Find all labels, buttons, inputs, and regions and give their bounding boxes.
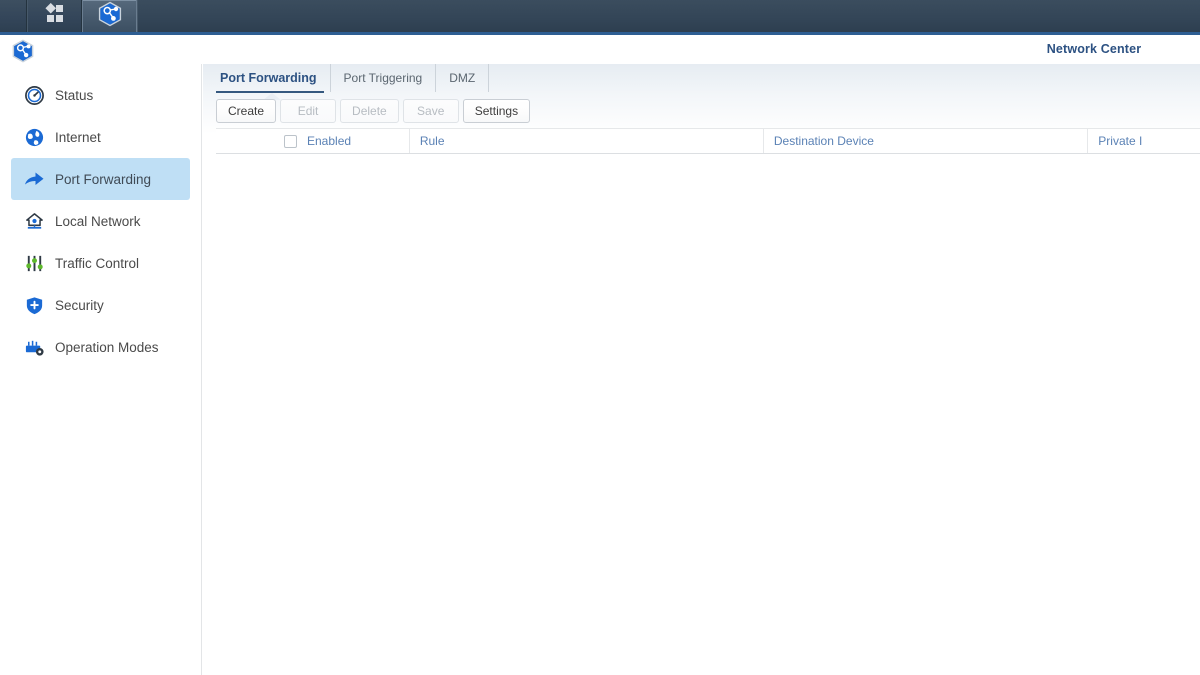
sidebar-item-label: Local Network [55, 214, 141, 229]
table-header-row: Enabled Rule Destination Device Private … [216, 128, 1200, 154]
taskbar-empty-area [137, 0, 1200, 35]
arrow-forward-icon [23, 168, 45, 190]
sidebar-item-label: Port Forwarding [55, 172, 151, 187]
sidebar-item-label: Operation Modes [55, 340, 159, 355]
tab-port-triggering[interactable]: Port Triggering [331, 64, 437, 92]
save-button: Save [403, 99, 459, 123]
page-title: Network Center [994, 42, 1194, 56]
sidebar-item-label: Traffic Control [55, 256, 139, 271]
create-button[interactable]: Create [216, 99, 276, 123]
taskbar-tile-main-menu[interactable] [27, 0, 82, 32]
sidebar-item-status[interactable]: Status [11, 74, 190, 116]
sidebar-item-label: Status [55, 88, 93, 103]
column-header-label: Enabled [307, 134, 351, 148]
desktop-taskbar [0, 0, 1200, 35]
sliders-icon [23, 252, 45, 274]
edit-button: Edit [280, 99, 336, 123]
column-header-private-ip[interactable]: Private I [1088, 129, 1200, 153]
sidebar-item-local-network[interactable]: Local Network [11, 200, 190, 242]
sidebar: Status Internet Port Forwarding [0, 64, 202, 675]
sidebar-item-internet[interactable]: Internet [11, 116, 190, 158]
column-header-destination-device[interactable]: Destination Device [764, 129, 1088, 153]
toolbar: Create Edit Delete Save Settings [216, 99, 530, 123]
network-center-icon [11, 39, 35, 63]
gauge-icon [23, 84, 45, 106]
router-gear-icon [23, 336, 45, 358]
column-header-label: Rule [420, 134, 445, 148]
tab-label: Port Forwarding [220, 71, 317, 85]
network-center-icon [97, 1, 123, 32]
tab-dmz[interactable]: DMZ [436, 64, 489, 92]
shield-icon [23, 294, 45, 316]
app-icon [11, 39, 35, 63]
select-all-checkbox[interactable] [284, 135, 297, 148]
sidebar-item-operation-modes[interactable]: Operation Modes [11, 326, 190, 368]
main-content: Port Forwarding Port Triggering DMZ Crea… [203, 64, 1200, 675]
settings-button[interactable]: Settings [463, 99, 530, 123]
globe-icon [23, 126, 45, 148]
taskbar-tile-network-center[interactable] [82, 0, 137, 32]
column-header-rule[interactable]: Rule [410, 129, 764, 153]
home-network-icon [23, 210, 45, 232]
sidebar-item-port-forwarding[interactable]: Port Forwarding [11, 158, 190, 200]
tab-label: Port Triggering [344, 71, 423, 85]
tab-bar: Port Forwarding Port Triggering DMZ [216, 64, 489, 92]
sidebar-item-traffic-control[interactable]: Traffic Control [11, 242, 190, 284]
delete-button: Delete [340, 99, 399, 123]
sidebar-item-security[interactable]: Security [11, 284, 190, 326]
sidebar-item-label: Security [55, 298, 104, 313]
table-body-empty [216, 154, 1200, 675]
taskbar-tile-desktop-edge[interactable] [0, 0, 27, 32]
column-header-enabled: Enabled [216, 129, 410, 153]
grid-squares-icon [44, 3, 66, 30]
tab-port-forwarding[interactable]: Port Forwarding [216, 64, 331, 92]
sidebar-item-label: Internet [55, 130, 101, 145]
tab-label: DMZ [449, 71, 475, 85]
column-header-label: Destination Device [774, 134, 874, 148]
column-header-label: Private I [1098, 134, 1142, 148]
